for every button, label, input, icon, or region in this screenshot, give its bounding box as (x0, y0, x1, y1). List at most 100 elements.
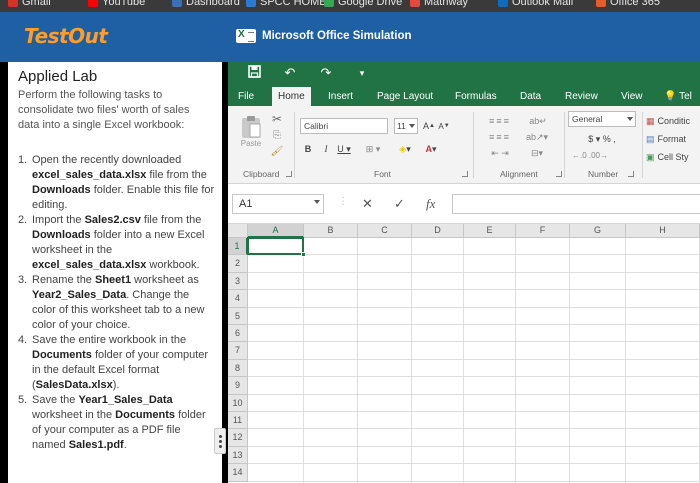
paste-button[interactable]: Paste (236, 112, 266, 150)
bookmark-dashboard[interactable]: Dashboard (172, 0, 240, 9)
column-header-a[interactable]: A (248, 224, 304, 238)
format-as-table-label: Format (657, 134, 687, 144)
font-group-label: Font (374, 169, 392, 179)
lab-intro: Perform the following tasks to consolida… (18, 89, 190, 131)
row-header-1[interactable]: 1 (228, 238, 248, 256)
lab-step-text: . (123, 439, 127, 451)
tab-insert[interactable]: Insert (322, 87, 359, 106)
row-header-13[interactable]: 13 (228, 446, 248, 465)
fill-color-icon[interactable]: ◈ ▾ (394, 142, 416, 156)
increase-font-icon[interactable]: A ▲ (423, 118, 435, 134)
column-header-c[interactable]: C (358, 224, 412, 238)
confirm-entry-icon[interactable]: ✓ (394, 196, 405, 212)
alignment-launcher-icon[interactable] (556, 171, 562, 177)
format-as-table-button[interactable]: ▤ Format (646, 132, 700, 146)
undo-icon[interactable]: ↶ (282, 65, 298, 81)
conditional-formatting-button[interactable]: ▦ Conditic (646, 114, 700, 128)
save-icon[interactable] (246, 65, 262, 81)
font-color-icon[interactable]: A ▾ (420, 142, 442, 156)
wrap-text-icon[interactable]: ab↵ (528, 114, 548, 128)
redo-icon[interactable]: ↷ (318, 65, 334, 81)
clipboard-launcher-icon[interactable] (286, 171, 292, 177)
merge-center-icon[interactable]: ⊟▾ (526, 146, 548, 160)
indent-icons[interactable]: ⇤ ⇥ (480, 146, 520, 160)
vertical-align-icons[interactable]: ≡≡≡ (480, 114, 520, 128)
horizontal-align-icons[interactable]: ≡≡≡ (480, 130, 520, 144)
bookmark-office-365[interactable]: Office 365 (596, 0, 660, 9)
row-header-5[interactable]: 5 (228, 307, 248, 325)
panel-resize-handle[interactable] (214, 428, 226, 454)
lab-step-keyword: Sales2.csv (84, 214, 141, 226)
font-launcher-icon[interactable] (462, 171, 468, 177)
font-size-select[interactable]: 11 (394, 118, 418, 134)
tell-me[interactable]: 💡 Tel (658, 87, 698, 106)
cut-icon[interactable]: ✂ (268, 112, 286, 126)
row-header-3[interactable]: 3 (228, 272, 248, 291)
row-header-4[interactable]: 4 (228, 290, 248, 308)
tab-formulas[interactable]: Formulas (449, 87, 503, 106)
row-header-9[interactable]: 9 (228, 377, 248, 395)
row-header-12[interactable]: 12 (228, 429, 248, 447)
number-format-select[interactable]: General (568, 111, 636, 127)
tab-review[interactable]: Review (559, 87, 604, 106)
lab-step-text: Import the (32, 214, 85, 226)
worksheet-grid[interactable]: A B C D E F G H 1 2 3 4 5 6 7 8 9 10 11 12 13 14 (228, 224, 700, 483)
format-painter-icon[interactable]: 🖌 (268, 144, 286, 158)
italic-button[interactable]: I (320, 142, 332, 156)
borders-icon[interactable]: ⊞ ▾ (362, 142, 384, 156)
bookmark-favicon-icon (246, 0, 256, 7)
fill-handle[interactable] (301, 252, 306, 258)
row-header-6[interactable]: 6 (228, 325, 248, 343)
orientation-icon[interactable]: ab↗▾ (524, 130, 550, 144)
bookmark-google-drive[interactable]: Google Drive (324, 0, 402, 9)
formula-input[interactable] (452, 194, 700, 214)
bold-button[interactable]: B (302, 142, 314, 156)
column-header-e[interactable]: E (464, 224, 516, 238)
cancel-entry-icon[interactable]: ✕ (362, 196, 373, 212)
bookmark-youtube[interactable]: YouTube (88, 0, 145, 9)
bookmark-favicon-icon (88, 0, 98, 7)
lab-step-keyword: Year2_Sales_Data (32, 289, 127, 301)
row-header-14[interactable]: 14 (228, 464, 248, 482)
tab-file[interactable]: File (232, 87, 260, 106)
insert-function-icon[interactable]: fx (426, 196, 435, 212)
bookmark-spcc-home[interactable]: SPCC HOME (246, 0, 327, 9)
bookmark-mathway[interactable]: Mathway (410, 0, 468, 9)
accounting-percent-comma-icons[interactable]: $ ▾ % , (570, 132, 634, 146)
font-name-select[interactable]: Calibri (300, 118, 388, 134)
customize-qat-icon[interactable]: ▾ (354, 68, 370, 79)
row-header-2[interactable]: 2 (228, 255, 248, 273)
lab-title: Applied Lab (18, 68, 98, 85)
tab-home[interactable]: Home (272, 87, 311, 106)
column-header-f[interactable]: F (516, 224, 570, 238)
tab-view[interactable]: View (615, 87, 649, 106)
column-header-b[interactable]: B (304, 224, 358, 238)
column-header-g[interactable]: G (570, 224, 626, 238)
active-cell[interactable] (247, 237, 304, 256)
column-header-h[interactable]: H (626, 224, 700, 238)
conditional-formatting-label: Conditic (657, 116, 691, 126)
simulation-title: Microsoft Office Simulation (236, 29, 412, 43)
decrease-font-icon[interactable]: A ▼ (438, 118, 450, 134)
select-all-corner[interactable] (228, 224, 248, 238)
tab-page-layout[interactable]: Page Layout (371, 87, 439, 106)
copy-icon[interactable]: ⎘ (268, 128, 286, 142)
row-header-10[interactable]: 10 (228, 394, 248, 412)
name-box[interactable]: A1 (232, 194, 324, 214)
number-group-label: Number (588, 169, 619, 179)
bookmark-outlook-mail[interactable]: Outlook Mail (498, 0, 573, 9)
cell-styles-button[interactable]: ▣ Cell Sty (646, 150, 700, 164)
row-header-11[interactable]: 11 (228, 412, 248, 430)
bookmark-gmail[interactable]: Gmail (8, 0, 51, 9)
ribbon-tabs: File Home Insert Page Layout Formulas Da… (228, 84, 700, 106)
decimal-adjust-icons[interactable]: ←.0 .00→ (570, 148, 610, 162)
name-box-dropdown-icon[interactable] (314, 200, 320, 204)
underline-button[interactable]: U ▾ (336, 142, 352, 156)
column-header-d[interactable]: D (412, 224, 464, 238)
lab-step-keyword: excel_sales_data.xlsx (32, 259, 147, 271)
tab-data[interactable]: Data (514, 87, 547, 106)
number-launcher-icon[interactable] (628, 171, 634, 177)
lab-step-text: worksheet in the (32, 409, 116, 421)
row-header-8[interactable]: 8 (228, 359, 248, 378)
row-header-7[interactable]: 7 (228, 342, 248, 360)
